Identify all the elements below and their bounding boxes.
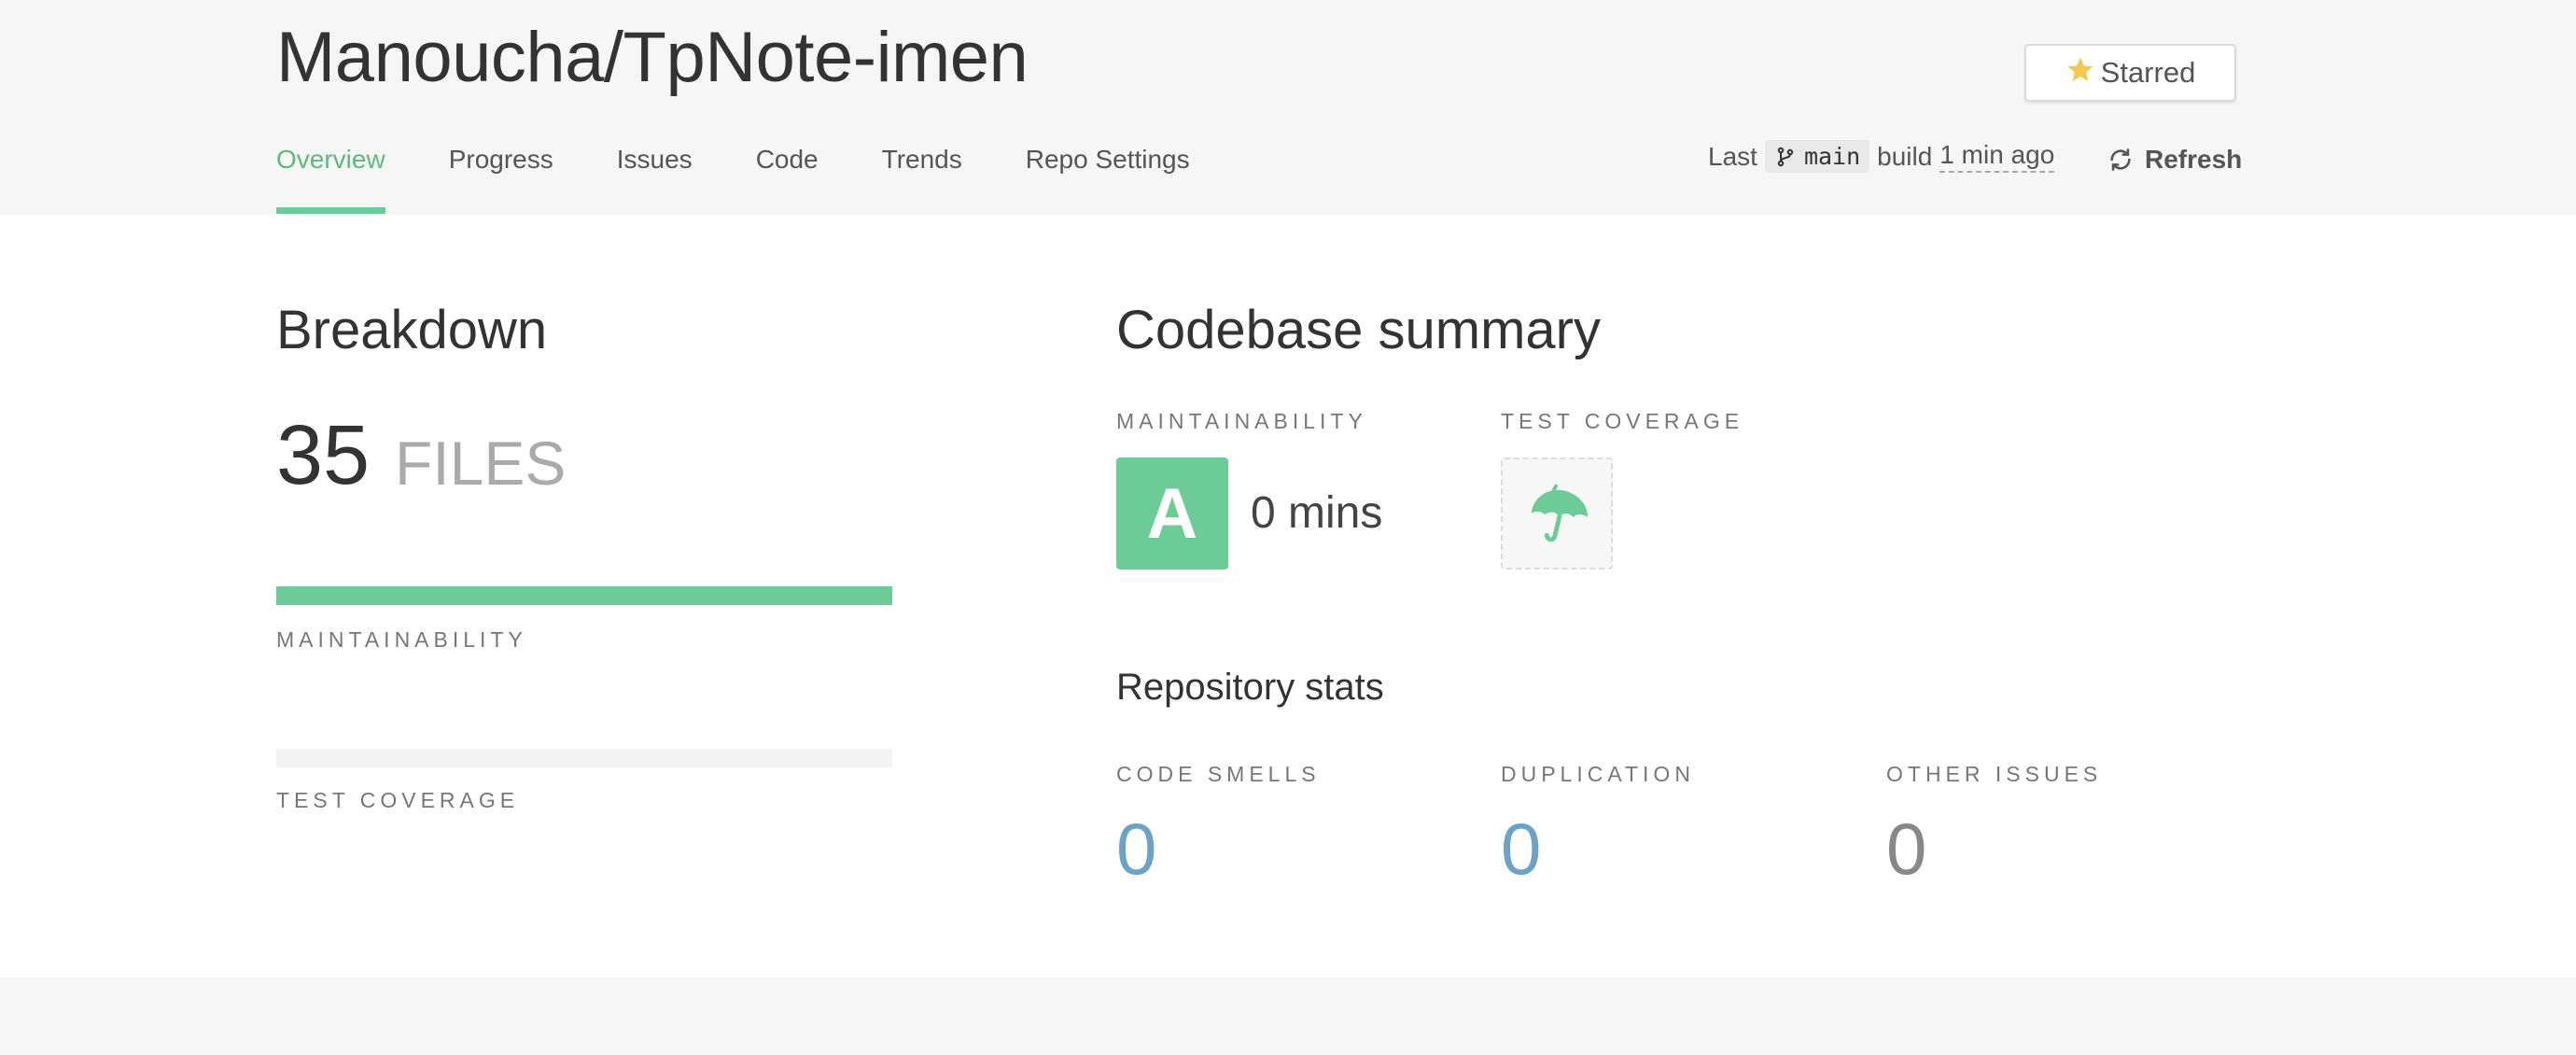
tech-debt-value: 0 mins — [1251, 488, 1383, 538]
starred-label: Starred — [2100, 56, 2196, 89]
refresh-icon — [2110, 148, 2131, 171]
branch-name: main — [1803, 143, 1861, 170]
repo-nav: Overview Progress Issues Code Trends Rep… — [276, 145, 1190, 215]
tab-trends[interactable]: Trends — [882, 145, 962, 215]
summary-test-coverage-label: TEST COVERAGE — [1501, 409, 1744, 433]
other-issues-label: OTHER ISSUES — [1886, 762, 2103, 786]
tab-code[interactable]: Code — [756, 145, 819, 215]
repo-header: Manoucha/TpNote-imen Starred Overview Pr… — [0, 0, 2576, 215]
code-smells-count[interactable]: 0 — [1116, 812, 1156, 885]
build-prefix: Last — [1708, 141, 1757, 171]
codebase-summary-title: Codebase summary — [1116, 300, 1601, 360]
files-label: FILES — [395, 429, 567, 498]
branch-pill: main — [1764, 140, 1870, 173]
repo-title: Manoucha/TpNote-imen — [276, 18, 1029, 97]
breakdown-test-coverage-label: TEST COVERAGE — [276, 788, 520, 812]
umbrella-icon — [1531, 484, 1589, 542]
test-coverage-badge[interactable] — [1501, 457, 1613, 570]
build-time-ago[interactable]: 1 min ago — [1939, 140, 2055, 173]
tab-overview[interactable]: Overview — [276, 145, 385, 215]
overview-content: Breakdown 35 FILES MAINTAINABILITY TEST … — [0, 215, 2576, 978]
duplication-count[interactable]: 0 — [1501, 812, 1541, 885]
build-word: build — [1877, 141, 1933, 171]
repository-stats-title: Repository stats — [1116, 667, 1384, 708]
refresh-label: Refresh — [2145, 145, 2243, 174]
files-count: 35 — [276, 409, 371, 502]
duplication-label: DUPLICATION — [1501, 762, 1695, 786]
breakdown-maintainability-label: MAINTAINABILITY — [276, 627, 527, 652]
summary-maintainability-label: MAINTAINABILITY — [1116, 409, 1367, 433]
last-build-info: Last main build 1 min ago — [1708, 140, 2055, 173]
maintainability-bar — [276, 586, 892, 605]
code-smells-label: CODE SMELLS — [1116, 762, 1321, 786]
star-icon — [2067, 57, 2093, 81]
maintainability-grade-badge[interactable]: A — [1116, 457, 1228, 570]
refresh-button[interactable]: Refresh — [2107, 145, 2242, 175]
test-coverage-bar — [276, 749, 892, 767]
page-footer — [0, 978, 2576, 1055]
tab-progress[interactable]: Progress — [449, 145, 553, 215]
breakdown-title: Breakdown — [276, 300, 548, 360]
other-issues-count: 0 — [1886, 808, 1927, 890]
tab-repo-settings[interactable]: Repo Settings — [1026, 145, 1190, 215]
maintainability-bar-fill — [276, 586, 892, 605]
git-branch-icon — [1777, 147, 1794, 166]
tab-issues[interactable]: Issues — [617, 145, 693, 215]
starred-button[interactable]: Starred — [2024, 44, 2236, 102]
